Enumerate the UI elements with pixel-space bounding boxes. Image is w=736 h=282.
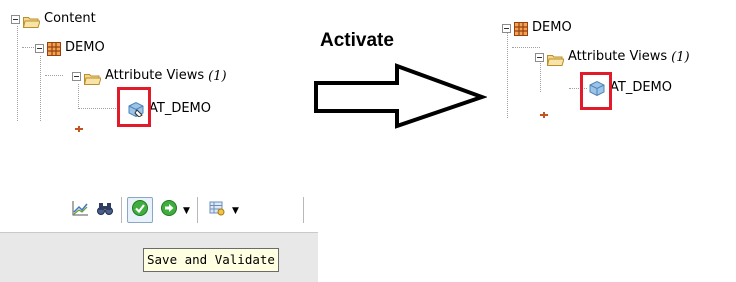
tree-guide-line	[45, 75, 63, 76]
tree-node-label: Attribute Views	[568, 49, 668, 64]
highlight-box	[580, 72, 612, 110]
tree-node-count: (1)	[671, 49, 690, 65]
chevron-down-icon[interactable]: ▼	[232, 207, 239, 216]
tree-guide-line	[78, 108, 120, 109]
tooltip: Save and Validate	[143, 248, 279, 272]
toolbar-separator	[121, 197, 122, 223]
tree-node-label: Content	[44, 11, 96, 26]
tree-node-label: DEMO	[532, 20, 572, 35]
data-preview-icon	[208, 199, 226, 221]
tree-node-content[interactable]: Content	[11, 9, 96, 29]
package-icon	[74, 117, 84, 132]
toolbar-separator	[303, 197, 304, 223]
collapse-toggle-icon[interactable]	[11, 14, 20, 24]
right-arrow-icon	[314, 63, 487, 129]
chart-icon	[71, 199, 89, 221]
folder-open-icon	[83, 70, 102, 85]
tree-guide-line	[78, 84, 79, 109]
tree-node-count: (1)	[208, 68, 227, 84]
tree-guide-line	[17, 26, 18, 121]
tree-guide-line	[40, 56, 41, 121]
tree-node-label: DEMO	[65, 40, 105, 55]
collapse-toggle-icon[interactable]	[72, 71, 81, 81]
binoculars-icon	[96, 199, 114, 221]
tree-node-package-demo[interactable]: DEMO	[502, 18, 572, 38]
tree-node-attribute-views[interactable]: Attribute Views (1)	[72, 66, 227, 86]
chevron-down-icon[interactable]: ▼	[183, 207, 190, 216]
tree-node-package-demo[interactable]: DEMO	[35, 38, 105, 58]
package-icon	[539, 103, 549, 118]
save-and-validate-icon	[131, 199, 149, 221]
tree-node-label: AT_DEMO	[149, 101, 211, 116]
find-button[interactable]	[94, 199, 116, 221]
tree-guide-line	[507, 26, 508, 118]
collapse-toggle-icon[interactable]	[35, 43, 44, 53]
tree-node-attribute-views[interactable]: Attribute Views (1)	[535, 47, 690, 67]
chart-button[interactable]	[69, 199, 91, 221]
package-icon	[514, 21, 528, 36]
collapse-toggle-icon[interactable]	[502, 23, 511, 33]
collapse-toggle-icon[interactable]	[535, 52, 544, 62]
folder-icon	[22, 13, 41, 28]
save-and-validate-button[interactable]	[127, 197, 153, 223]
activate-caption: Activate	[320, 30, 394, 51]
data-preview-button[interactable]	[206, 199, 228, 221]
tree-node-label: AT_DEMO	[610, 80, 672, 95]
package-icon	[47, 41, 61, 56]
tree-node-label: Attribute Views	[105, 68, 205, 83]
folder-open-icon	[546, 51, 565, 66]
highlight-box	[117, 87, 151, 127]
activate-button[interactable]	[158, 199, 180, 221]
activate-arrow-icon	[160, 199, 178, 221]
toolbar-separator	[197, 197, 198, 223]
